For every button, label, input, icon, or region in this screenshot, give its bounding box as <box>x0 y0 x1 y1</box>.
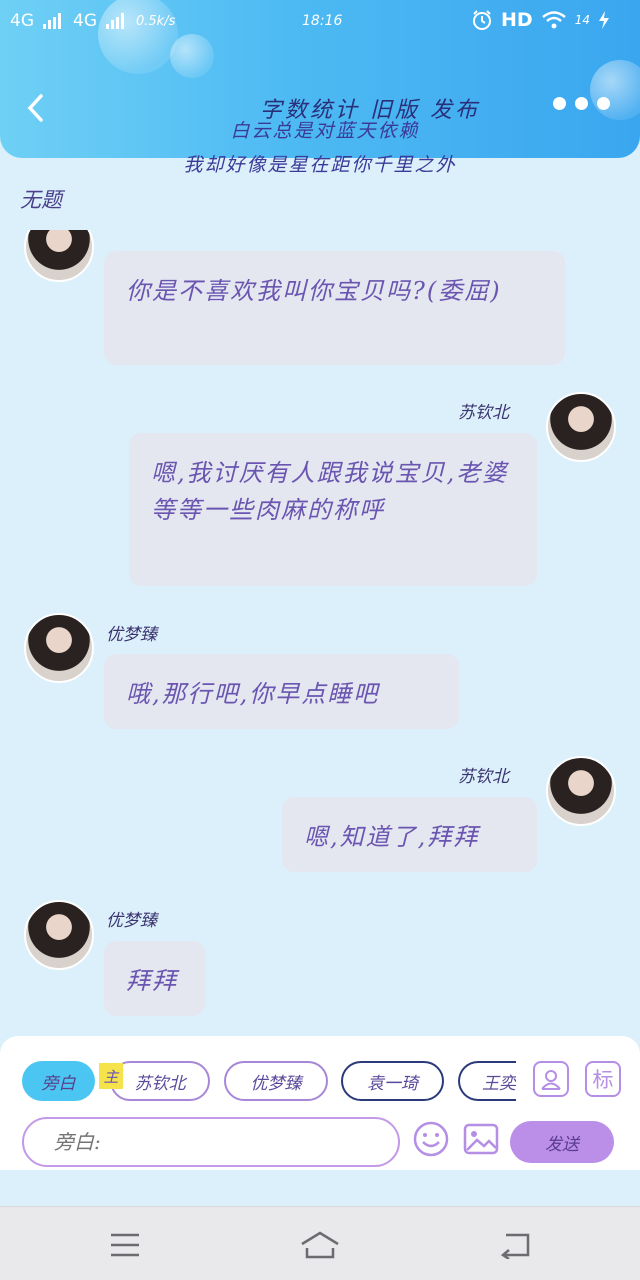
marquee-line: 我却好像是星在距你千里之外 <box>183 154 457 176</box>
hd-indicator: HD <box>501 9 533 31</box>
home-icon <box>301 1231 339 1259</box>
message-bubble[interactable]: 拜拜 <box>104 941 205 1016</box>
sender-name: 苏钦北 <box>458 403 509 423</box>
image-icon <box>463 1123 499 1155</box>
message-list[interactable]: 你是不喜欢我叫你宝贝吗?(委屈) 苏钦北 嗯,我讨厌有人跟我说宝贝,老婆等等一些… <box>0 230 640 1035</box>
more-dots-icon <box>575 97 588 110</box>
message-bubble[interactable]: 嗯,知道了,拜拜 <box>282 797 537 872</box>
system-nav-bar <box>0 1206 640 1280</box>
person-card-icon <box>541 1070 561 1090</box>
status-left: 4G 4G 0.5k/s <box>10 11 175 31</box>
message-input[interactable] <box>22 1117 400 1167</box>
sender-name: 优梦臻 <box>106 911 157 931</box>
chat-subject: 无题 <box>20 188 62 212</box>
more-dots-icon <box>597 97 610 110</box>
composer-panel: 旁白 苏钦北 主 优梦臻 袁一琦 王奕 标 发送 <box>0 1036 640 1170</box>
avatar[interactable] <box>24 230 94 282</box>
message-bubble[interactable]: 哦,那行吧,你早点睡吧 <box>104 654 459 729</box>
battery-level: 14 <box>574 13 590 27</box>
signal-icon <box>106 13 124 29</box>
marquee-line: 白云总是对蓝天依赖 <box>230 120 420 142</box>
signal-icon <box>43 13 61 29</box>
narration-chip[interactable]: 旁白 <box>22 1061 95 1101</box>
status-bar: 4G 4G 0.5k/s 18:16 HD 14 <box>0 0 640 44</box>
network-speed: 0.5k/s <box>136 13 176 29</box>
decor-bubble <box>590 60 640 120</box>
nav-menu-button[interactable] <box>104 1225 146 1265</box>
avatar[interactable] <box>24 613 94 683</box>
role-chip[interactable]: 王奕 <box>458 1061 516 1101</box>
nav-home-button[interactable] <box>299 1225 341 1265</box>
role-chip[interactable]: 袁一琦 <box>341 1061 444 1101</box>
message-bubble[interactable]: 嗯,我讨厌有人跟我说宝贝,老婆等等一些肉麻的称呼 <box>129 433 537 586</box>
role-chip[interactable]: 苏钦北 <box>110 1061 210 1101</box>
mark-button[interactable]: 标 <box>585 1061 621 1097</box>
network-type: 4G <box>10 11 34 31</box>
profile-button[interactable] <box>533 1061 569 1097</box>
image-button[interactable] <box>462 1120 500 1158</box>
sender-name: 苏钦北 <box>458 767 509 787</box>
network-type: 4G <box>73 11 97 31</box>
send-button[interactable]: 发送 <box>510 1121 614 1163</box>
message-bubble[interactable]: 你是不喜欢我叫你宝贝吗?(委屈) <box>104 251 565 365</box>
more-button[interactable] <box>553 97 610 110</box>
alarm-icon <box>473 10 492 30</box>
avatar[interactable] <box>24 900 94 970</box>
sender-name: 优梦臻 <box>106 625 157 645</box>
return-icon <box>500 1233 530 1259</box>
menu-icon <box>111 1233 139 1257</box>
avatar[interactable] <box>546 392 616 462</box>
status-right: HD 14 <box>471 9 610 31</box>
charging-icon <box>599 11 609 29</box>
role-chip[interactable]: 优梦臻 <box>224 1061 328 1101</box>
smiley-icon <box>413 1121 449 1157</box>
wifi-icon <box>541 11 566 29</box>
more-dots-icon <box>553 97 566 110</box>
clock: 18:16 <box>302 13 343 29</box>
emoji-button[interactable] <box>412 1120 450 1158</box>
nav-back-button[interactable] <box>494 1225 536 1265</box>
main-role-tag: 主 <box>99 1063 123 1089</box>
avatar[interactable] <box>546 756 616 826</box>
